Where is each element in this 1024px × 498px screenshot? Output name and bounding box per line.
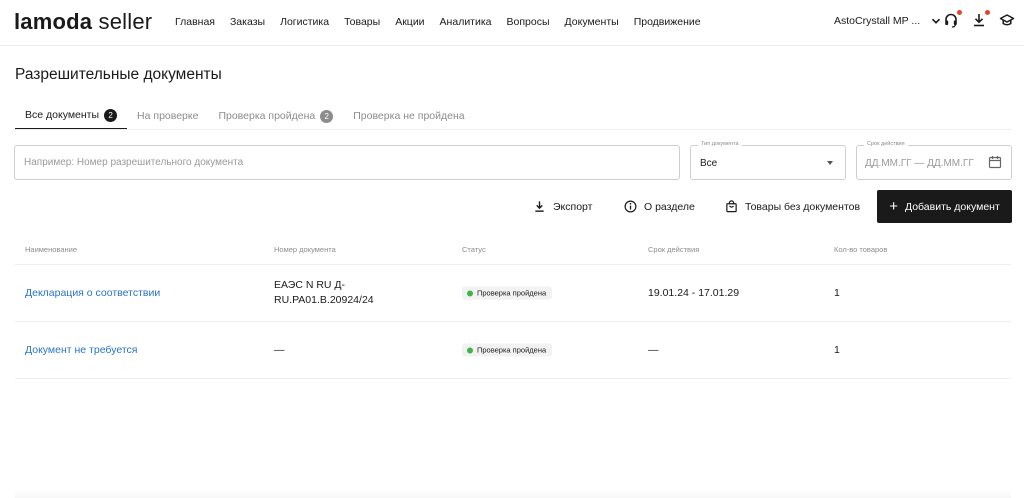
notification-dot (957, 10, 962, 15)
header-icons (943, 10, 1015, 30)
headset-icon (945, 13, 957, 28)
products-count: 1 (834, 287, 840, 299)
table-bottom-edge (15, 490, 1011, 498)
info-icon (624, 200, 637, 213)
support-button[interactable] (943, 10, 962, 30)
nav-item-promotions[interactable]: Акции (395, 16, 424, 28)
document-number: ЕАЭС N RU Д- RU.PA01.B.20924/24 (274, 278, 404, 308)
document-tabs: Все документы 2 На проверке Проверка про… (15, 102, 475, 130)
status-badge: Проверка пройдена (462, 343, 553, 357)
account-switcher[interactable]: AstoCrystall MP ... (834, 15, 942, 27)
column-header-number[interactable]: Номер документа (274, 245, 336, 254)
notification-dot (985, 10, 990, 15)
status-cell: Проверка пройдена (462, 286, 553, 300)
caret-down-icon (827, 161, 833, 165)
products-without-documents-button[interactable]: Товары без документов (725, 190, 860, 223)
logo[interactable]: lamoda seller (14, 9, 152, 35)
document-type-value: Все (700, 158, 718, 169)
tab-count-badge: 2 (104, 108, 118, 122)
table-row[interactable]: Декларация о соответствии ЕАЭС N RU Д- RU… (15, 265, 1011, 322)
shopping-bag-icon (726, 200, 737, 213)
document-type-select[interactable]: Тип документа Все (690, 141, 846, 180)
main-nav: Главная Заказы Логистика Товары Акции Ан… (175, 16, 701, 28)
nav-item-documents[interactable]: Документы (565, 16, 619, 28)
export-label: Экспорт (553, 200, 593, 213)
nav-item-logistics[interactable]: Логистика (280, 16, 329, 28)
about-section-label: О разделе (644, 200, 695, 213)
tab-label: На проверке (137, 110, 199, 122)
document-search-input[interactable] (14, 145, 680, 180)
validity-period-field[interactable]: Срок действия ДД.ММ.ГГ — ДД.ММ.ГГ (856, 141, 1012, 180)
export-button[interactable]: Экспорт (533, 190, 592, 223)
validity-period: — (648, 344, 659, 356)
page-title: Разрешительные документы (15, 66, 222, 83)
document-name-link[interactable]: Декларация о соответствии (25, 287, 160, 299)
tab-review-passed[interactable]: Проверка пройдена 2 (208, 102, 343, 130)
nav-item-analytics[interactable]: Аналитика (440, 16, 492, 28)
table-row[interactable]: Документ не требуется — Проверка пройден… (15, 322, 1011, 379)
validity-period-placeholder: ДД.ММ.ГГ — ДД.ММ.ГГ (865, 158, 974, 169)
documents-table: Наименование Номер документа Статус Срок… (15, 234, 1011, 379)
graduation-cap-icon (999, 14, 1015, 26)
column-header-status[interactable]: Статус (462, 245, 486, 254)
validity-period-label: Срок действия (864, 141, 908, 147)
logo-suffix: seller (98, 9, 153, 34)
column-header-validity[interactable]: Срок действия (648, 245, 699, 254)
table-header: Наименование Номер документа Статус Срок… (15, 234, 1011, 265)
chevron-down-icon (932, 18, 941, 24)
add-document-label: Добавить документ (904, 200, 1000, 213)
tab-review-failed[interactable]: Проверка не пройдена (343, 102, 474, 130)
about-section-button[interactable]: О разделе (624, 190, 695, 223)
tab-label: Проверка пройдена (218, 110, 316, 122)
document-name-link[interactable]: Документ не требуется (25, 344, 137, 356)
status-label: Проверка пройдена (477, 288, 547, 298)
plus-icon: + (889, 197, 898, 215)
tab-all-documents[interactable]: Все документы 2 (15, 102, 128, 130)
tab-label: Проверка не пройдена (353, 110, 465, 122)
validity-period: 19.01.24 - 17.01.29 (648, 287, 740, 299)
nav-item-products[interactable]: Товары (344, 16, 380, 28)
status-dot-icon (467, 290, 473, 296)
calendar-icon[interactable] (988, 155, 1002, 169)
document-number-line: ЕАЭС N RU Д- (274, 279, 346, 291)
column-header-quantity[interactable]: Кол-во товаров (834, 245, 887, 254)
column-header-name[interactable]: Наименование (25, 245, 77, 254)
status-badge: Проверка пройдена (462, 286, 553, 300)
education-button[interactable] (999, 12, 1015, 30)
tab-under-review[interactable]: На проверке (127, 102, 208, 130)
logo-brand: lamoda (14, 9, 93, 34)
nav-item-advertising[interactable]: Продвижение (634, 16, 701, 28)
add-document-button[interactable]: + Добавить документ (877, 190, 1012, 223)
products-without-documents-label: Товары без документов (745, 200, 861, 213)
document-number: — (274, 344, 285, 356)
account-name: AstoCrystall MP ... (834, 15, 921, 27)
nav-item-questions[interactable]: Вопросы (507, 16, 550, 28)
status-cell: Проверка пройдена (462, 343, 553, 357)
nav-item-orders[interactable]: Заказы (230, 16, 265, 28)
tab-label: Все документы (25, 109, 100, 121)
products-count: 1 (834, 344, 840, 356)
downloads-button[interactable] (971, 10, 990, 30)
download-icon (535, 201, 544, 212)
download-icon (974, 14, 984, 27)
status-dot-icon (467, 347, 473, 353)
status-label: Проверка пройдена (477, 345, 547, 355)
top-navigation-bar: lamoda seller Главная Заказы Логистика Т… (0, 0, 1024, 46)
document-number-line: RU.PA01.B.20924/24 (274, 294, 374, 306)
tab-count-badge: 2 (320, 109, 334, 123)
document-type-label: Тип документа (698, 141, 742, 147)
tabs-divider (15, 129, 1011, 130)
nav-item-home[interactable]: Главная (175, 16, 215, 28)
